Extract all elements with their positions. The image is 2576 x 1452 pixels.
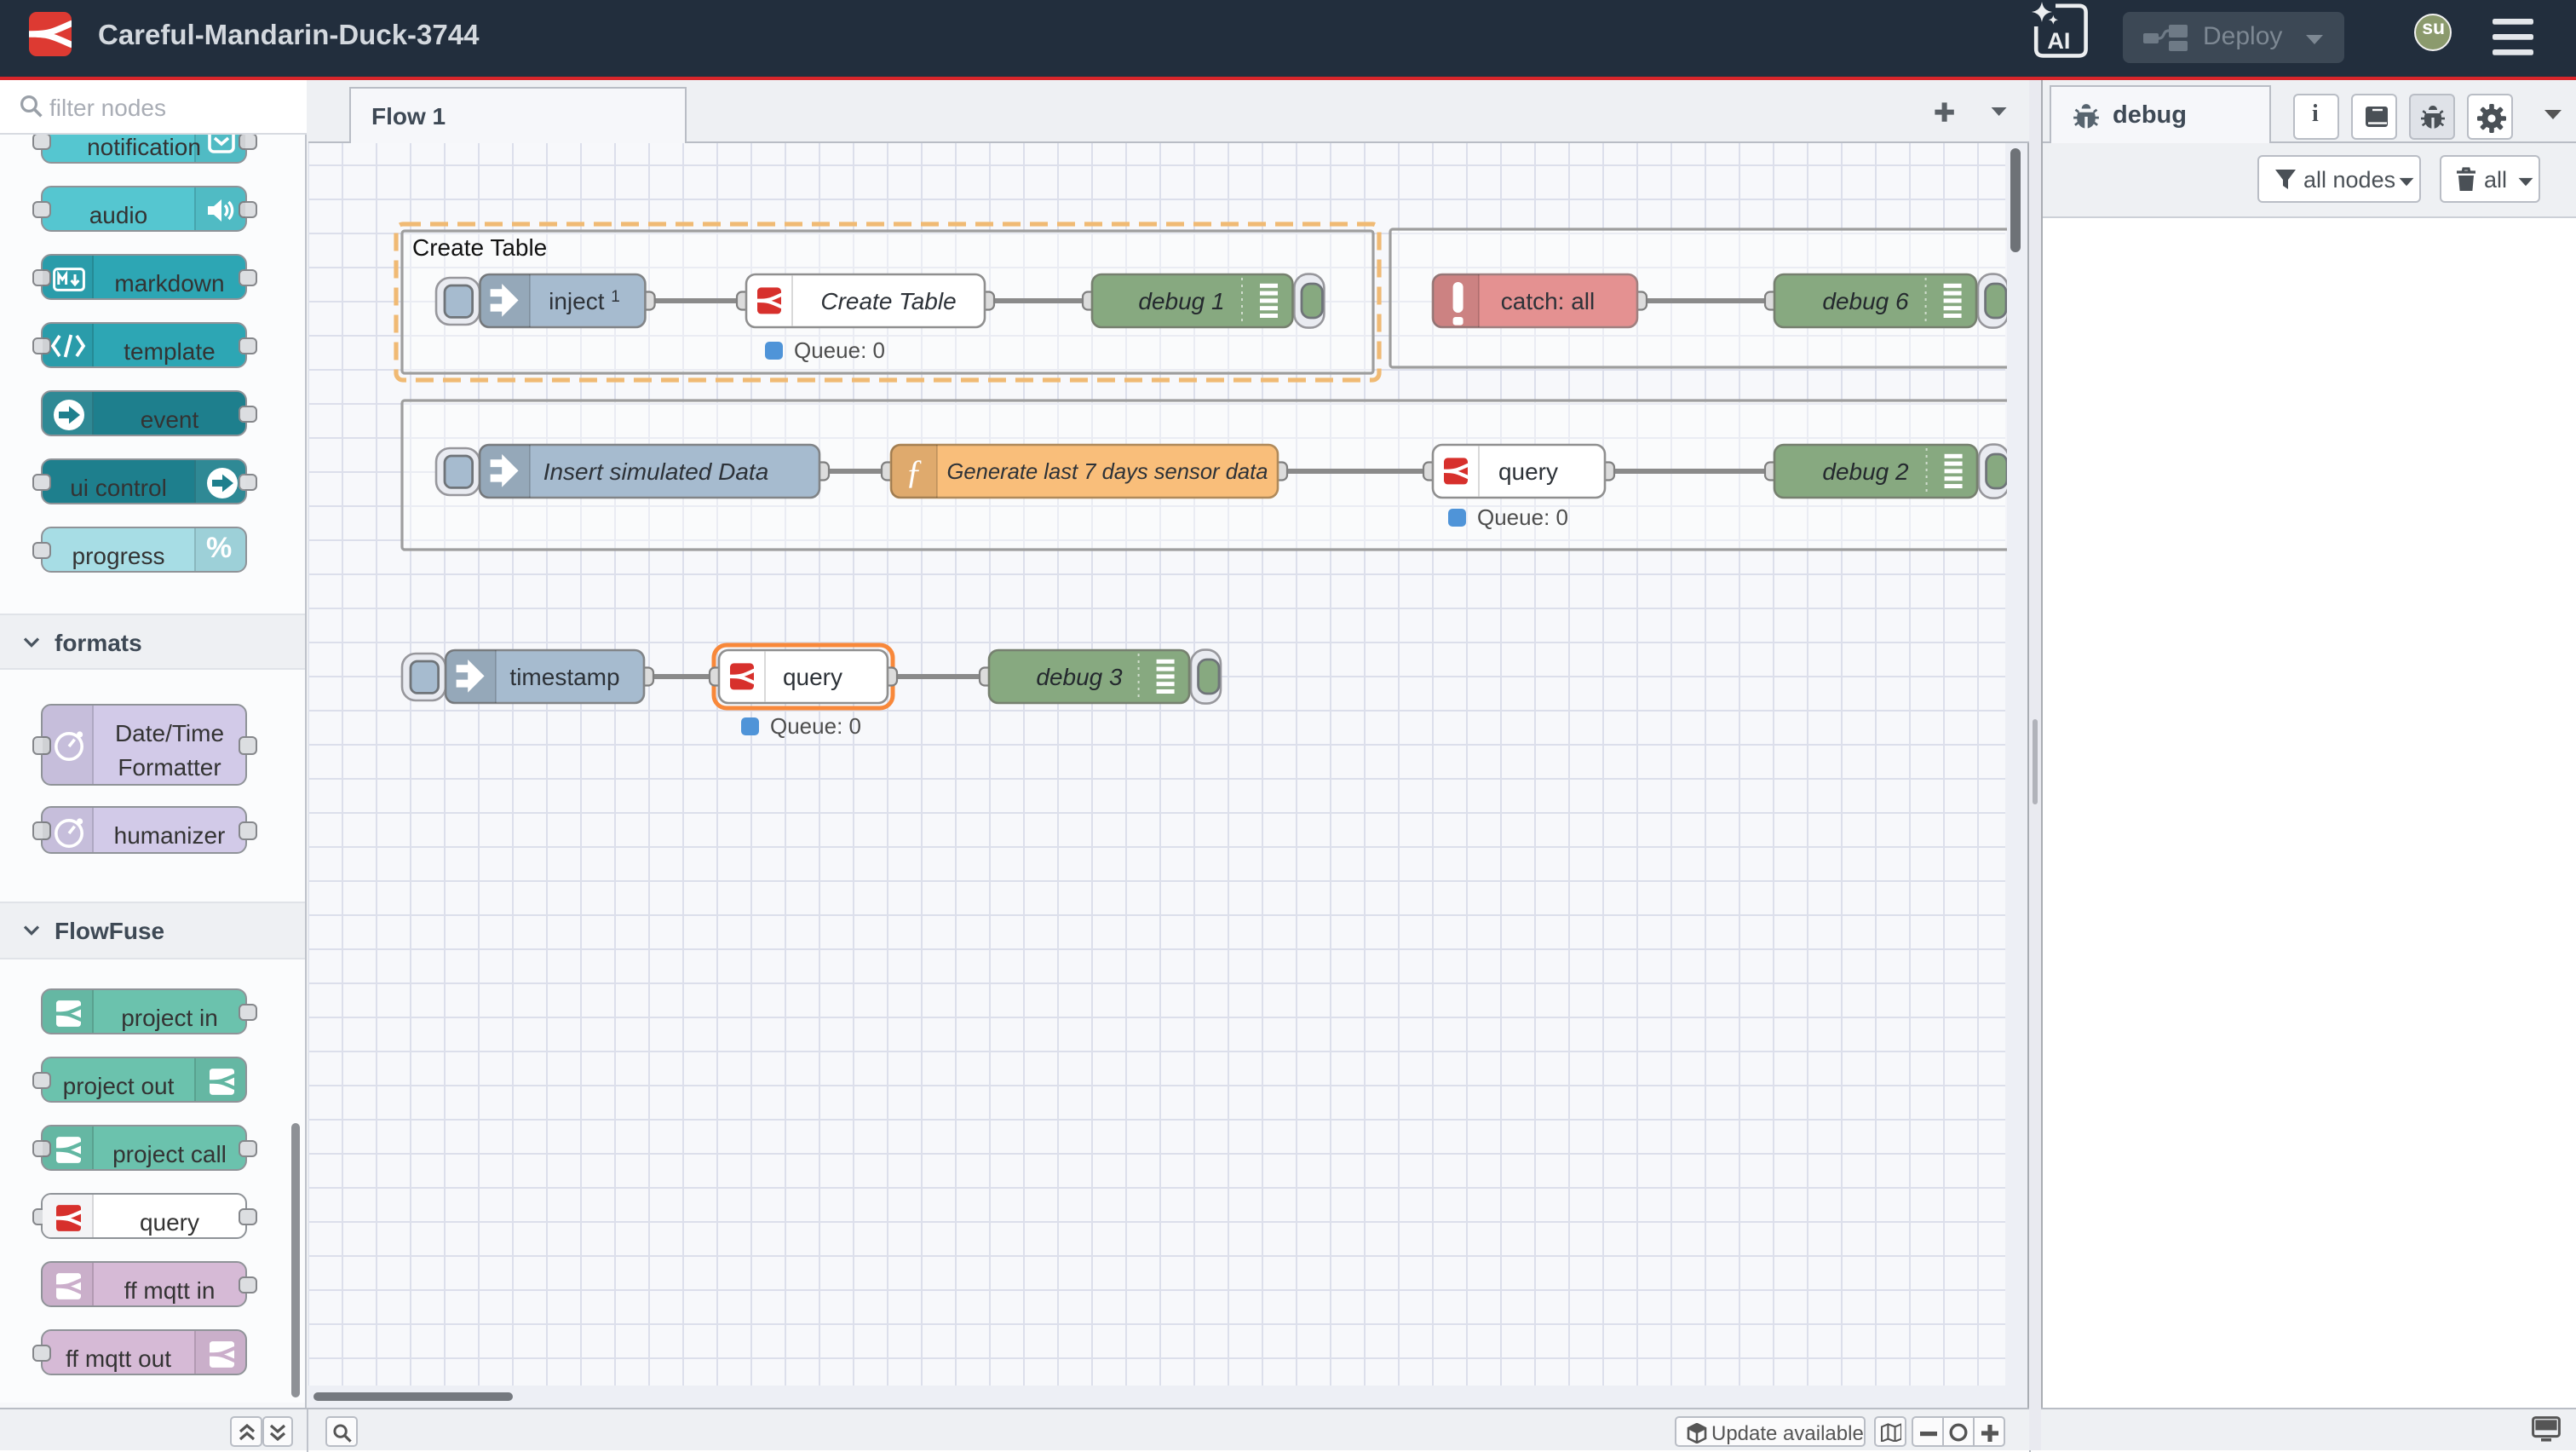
svg-text:timestamp: timestamp: [509, 663, 618, 689]
svg-text:debug 6: debug 6: [1821, 287, 1908, 314]
svg-text:Queue: 0: Queue: 0: [769, 712, 860, 738]
svg-text:ƒ: ƒ: [905, 452, 922, 490]
svg-text:Create Table: Create Table: [411, 233, 546, 260]
svg-text:inject 1: inject 1: [548, 287, 619, 314]
svg-text:Insert simulated Data: Insert simulated Data: [543, 458, 768, 484]
svg-text:debug 2: debug 2: [1821, 458, 1908, 484]
svg-text:catch: all: catch: all: [1500, 287, 1595, 314]
svg-text:Create Table: Create Table: [819, 287, 955, 314]
svg-text:debug 1: debug 1: [1137, 287, 1223, 314]
svg-text:query: query: [1498, 458, 1557, 484]
svg-text:Queue: 0: Queue: 0: [793, 337, 884, 362]
svg-text:debug 3: debug 3: [1035, 663, 1122, 689]
svg-text:Generate last 7 days sensor da: Generate last 7 days sensor data: [946, 459, 1267, 483]
svg-text:Queue: 0: Queue: 0: [1476, 504, 1567, 529]
svg-text:AI: AI: [2046, 28, 2069, 54]
svg-text:query: query: [782, 663, 842, 689]
